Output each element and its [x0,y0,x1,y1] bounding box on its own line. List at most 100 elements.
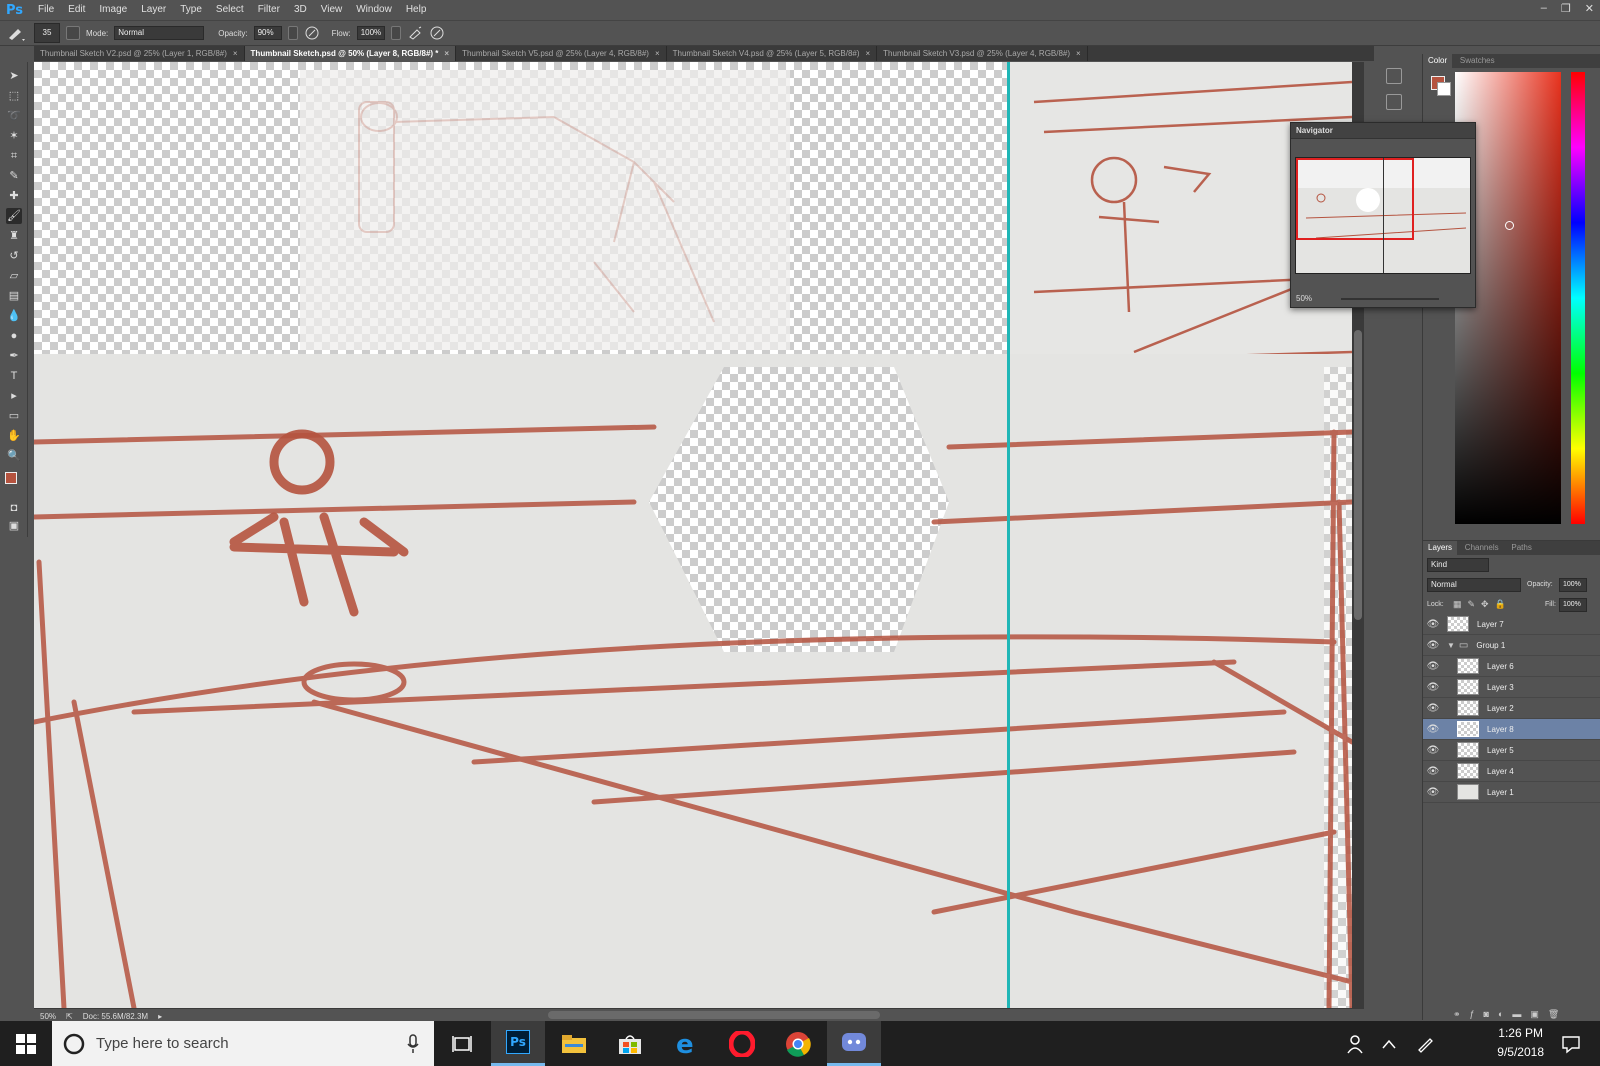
menu-3d[interactable]: 3D [287,0,314,20]
layer-opacity-input[interactable]: 100% [1559,578,1587,592]
discord-icon[interactable] [827,1021,881,1066]
close-icon[interactable]: × [444,49,449,58]
mode-select[interactable]: Normal [114,26,205,40]
close-icon[interactable]: × [233,49,238,58]
close-icon[interactable]: × [866,49,871,58]
status-zoom[interactable]: 50% [40,1012,56,1021]
store-icon[interactable] [603,1021,657,1066]
layer-row[interactable]: 👁 Layer 3 [1423,677,1600,698]
gradient-tool-icon[interactable]: ▤ [6,288,22,304]
layer-row[interactable]: 👁 Layer 6 [1423,656,1600,677]
visibility-eye-icon[interactable]: 👁 [1423,745,1443,756]
history-panel-icon[interactable] [1386,68,1402,84]
eyedropper-tool-icon[interactable]: ✎ [6,168,22,184]
menu-select[interactable]: Select [209,0,251,20]
menu-layer[interactable]: Layer [134,0,173,20]
layer-actions-bar[interactable]: ⚭ƒ◙◐▬▣🗑 [1453,1009,1568,1020]
eraser-tool-icon[interactable]: ▱ [6,268,22,284]
menu-window[interactable]: Window [349,0,399,20]
start-button[interactable] [0,1021,52,1066]
visibility-eye-icon[interactable]: 👁 [1423,724,1443,735]
minimize-button[interactable]: – [1541,2,1547,15]
menu-image[interactable]: Image [92,0,134,20]
stamp-tool-icon[interactable]: ♜ [6,228,22,244]
tab-color[interactable]: Color [1423,54,1453,68]
tab-paths[interactable]: Paths [1506,541,1536,555]
microphone-icon[interactable] [406,1033,420,1054]
brush-tool-icon[interactable]: 🖌 [6,208,22,224]
move-tool-icon[interactable]: ➤ [6,68,22,84]
pen-input-icon[interactable] [1410,1021,1440,1066]
tab-swatches[interactable]: Swatches [1455,54,1500,68]
foreground-color-swatch[interactable] [5,472,17,484]
magic-wand-tool-icon[interactable]: ✶ [6,128,22,144]
quick-mask-icon[interactable]: ◘ [6,500,22,516]
chrome-icon[interactable] [771,1021,825,1066]
pressure-opacity-icon[interactable] [304,25,320,41]
navigator-preview[interactable] [1295,157,1471,274]
opacity-input[interactable]: 90% [253,26,282,40]
marquee-tool-icon[interactable]: ⬚ [6,88,22,104]
menu-type[interactable]: Type [173,0,209,20]
navigator-zoom-slider[interactable] [1341,298,1439,300]
blur-tool-icon[interactable]: 💧 [6,308,22,324]
properties-panel-icon[interactable] [1386,94,1402,110]
airbrush-icon[interactable] [407,25,423,41]
history-brush-tool-icon[interactable]: ↺ [6,248,22,264]
opacity-dropdown-icon[interactable] [287,26,298,40]
brush-tool-icon[interactable] [6,25,28,41]
blend-mode-select[interactable]: Normal [1427,578,1521,592]
search-box[interactable]: Type here to search [52,1021,434,1066]
opera-icon[interactable] [715,1021,769,1066]
status-menu-arrow-icon[interactable]: ▸ [158,1012,162,1021]
menu-filter[interactable]: Filter [251,0,287,20]
menu-file[interactable]: File [31,0,61,20]
hue-slider[interactable] [1571,72,1585,524]
flow-dropdown-icon[interactable] [390,26,401,40]
visibility-eye-icon[interactable]: 👁 [1423,766,1443,777]
tab-layers[interactable]: Layers [1423,541,1458,555]
layer-row[interactable]: 👁 Layer 4 [1423,761,1600,782]
tab-document-active[interactable]: Thumbnail Sketch.psd @ 50% (Layer 8, RGB… [244,46,457,61]
pressure-size-icon[interactable] [429,25,445,41]
color-picker-cursor[interactable] [1505,221,1514,230]
hand-tool-icon[interactable]: ✋ [6,428,22,444]
type-tool-icon[interactable]: T [6,368,22,384]
tab-document-v3[interactable]: Thumbnail Sketch V3.psd @ 25% (Layer 4, … [877,46,1088,61]
background-color-swatch[interactable] [1437,82,1451,96]
lock-icons[interactable]: ▦✎✥🔒 [1453,599,1512,610]
path-selection-tool-icon[interactable]: ▸ [6,388,22,404]
layer-row[interactable]: 👁 Layer 1 [1423,782,1600,803]
visibility-eye-icon[interactable]: 👁 [1423,703,1443,714]
visibility-eye-icon[interactable]: 👁 [1423,619,1443,630]
notification-center-icon[interactable] [1546,1021,1596,1066]
restore-button[interactable]: ❐ [1561,2,1571,15]
healing-brush-tool-icon[interactable]: ✚ [6,188,22,204]
close-icon[interactable]: × [655,49,660,58]
vertical-scrollbar-thumb[interactable] [1354,330,1362,620]
layer-row[interactable]: 👁 Layer 2 [1423,698,1600,719]
tab-document-v5[interactable]: Thumbnail Sketch V5.psd @ 25% (Layer 4, … [456,46,667,61]
zoom-tool-icon[interactable]: 🔍 [6,448,22,464]
photoshop-taskbar-icon[interactable]: Ps [491,1021,545,1066]
flow-input[interactable]: 100% [356,26,385,40]
document-canvas[interactable] [34,62,1352,1008]
layer-row[interactable]: 👁 Layer 7 [1423,614,1600,635]
system-clock[interactable]: 1:26 PM 9/5/2018 [1497,1024,1544,1062]
visibility-eye-icon[interactable]: 👁 [1423,640,1443,651]
tab-channels[interactable]: Channels [1460,541,1504,555]
lasso-tool-icon[interactable]: ➰ [6,108,22,124]
expand-arrow-icon[interactable]: ▼ [1447,641,1455,650]
pen-tool-icon[interactable]: ✒ [6,348,22,364]
edge-icon[interactable]: e [659,1021,713,1066]
task-view-icon[interactable] [435,1021,489,1066]
tab-document-v4[interactable]: Thumbnail Sketch V4.psd @ 25% (Layer 5, … [667,46,878,61]
brush-panel-icon[interactable] [66,26,80,40]
screen-mode-icon[interactable]: ▣ [6,518,22,534]
menu-help[interactable]: Help [399,0,434,20]
file-explorer-icon[interactable] [547,1021,601,1066]
fill-input[interactable]: 100% [1559,598,1587,612]
brush-size-picker[interactable]: 35 [34,23,60,43]
visibility-eye-icon[interactable]: 👁 [1423,682,1443,693]
dodge-tool-icon[interactable]: ● [6,328,22,344]
